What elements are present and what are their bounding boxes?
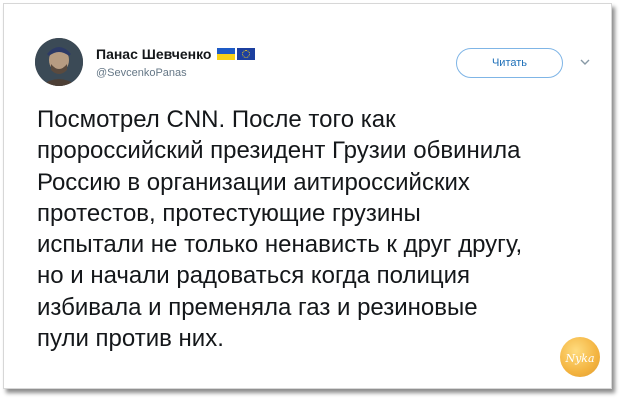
follow-button[interactable]: Читать bbox=[456, 48, 563, 78]
avatar-image bbox=[35, 38, 83, 86]
tweet-text: Посмотрел CNN. После того как пророссийс… bbox=[37, 106, 523, 353]
svg-text:Nyka: Nyka bbox=[564, 352, 594, 365]
eu-flag-icon bbox=[237, 48, 256, 60]
name-row: Панас Шевченко bbox=[96, 44, 256, 64]
ukraine-flag-icon bbox=[217, 48, 236, 60]
user-handle[interactable]: @SevcenkoPanas bbox=[96, 67, 187, 79]
flag-emojis bbox=[217, 48, 256, 60]
avatar[interactable] bbox=[35, 38, 83, 86]
chevron-down-icon[interactable] bbox=[578, 55, 592, 69]
watermark-logo: Nyka bbox=[560, 337, 600, 377]
display-name[interactable]: Панас Шевченко bbox=[96, 46, 211, 62]
